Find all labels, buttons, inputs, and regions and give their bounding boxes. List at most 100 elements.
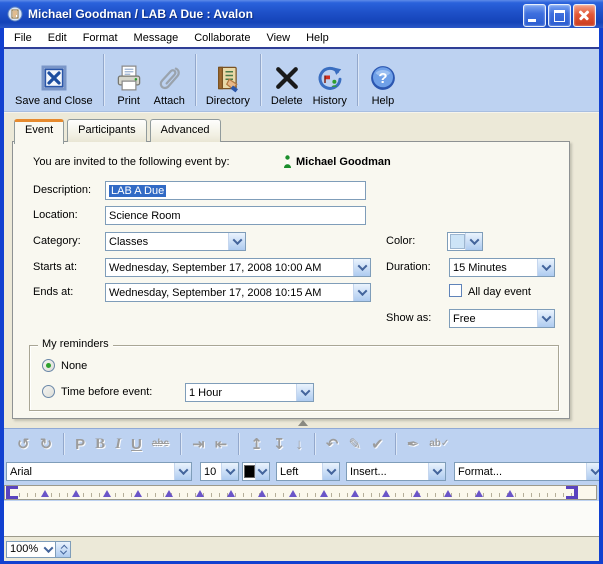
chevron-down-icon[interactable] bbox=[465, 233, 482, 250]
starts-at-select[interactable]: Wednesday, September 17, 2008 10:00 AM bbox=[105, 258, 371, 277]
ruler-tab-stop[interactable] bbox=[475, 490, 483, 497]
move-down-icon[interactable]: ↓ bbox=[295, 437, 303, 452]
redo-icon[interactable]: ↻ bbox=[40, 437, 53, 452]
outdent-icon[interactable]: ⇤ bbox=[215, 437, 228, 452]
duration-select[interactable]: 15 Minutes bbox=[449, 258, 555, 277]
chevron-down-icon[interactable] bbox=[322, 463, 339, 480]
description-value: LAB A Due bbox=[109, 185, 166, 197]
menu-help[interactable]: Help bbox=[298, 30, 337, 46]
outline-promote-icon[interactable]: ↥ bbox=[250, 437, 263, 452]
minimize-button[interactable] bbox=[523, 4, 546, 27]
printer-icon bbox=[114, 63, 144, 93]
format-select[interactable]: Format... bbox=[454, 462, 599, 481]
menu-message[interactable]: Message bbox=[126, 30, 187, 46]
accept-check-icon[interactable]: ✔ bbox=[371, 437, 384, 452]
format-toolbar: ↺ ↻ P B I U abc ⇥ ⇤ ↥ ↧ ↓ ↶ ✎ ✔ ✒ ab✓ bbox=[4, 428, 599, 459]
right-margin-marker[interactable] bbox=[566, 486, 578, 499]
tab-participants[interactable]: Participants bbox=[67, 119, 146, 142]
chevron-down-icon[interactable] bbox=[537, 310, 554, 327]
tab-event[interactable]: Event bbox=[14, 119, 64, 144]
attach-button[interactable]: Attach bbox=[149, 53, 190, 107]
chevron-down-icon[interactable] bbox=[296, 384, 313, 401]
ruler-tab-stop[interactable] bbox=[196, 490, 204, 497]
reminder-time-radio[interactable] bbox=[42, 385, 55, 398]
menu-format[interactable]: Format bbox=[75, 30, 126, 46]
underline-icon[interactable]: U bbox=[131, 437, 142, 452]
history-button[interactable]: History bbox=[308, 53, 352, 107]
undo-icon[interactable]: ↺ bbox=[17, 437, 30, 452]
edit-pencil-icon[interactable]: ✎ bbox=[349, 437, 362, 452]
ruler-tab-stop[interactable] bbox=[506, 490, 514, 497]
chevron-down-icon[interactable] bbox=[228, 233, 245, 250]
chevron-down-icon[interactable] bbox=[586, 463, 599, 480]
signature-icon[interactable]: ✒ bbox=[407, 437, 420, 452]
toolbar-separator bbox=[238, 433, 239, 455]
chevron-down-icon[interactable] bbox=[537, 259, 554, 276]
ruler-tab-stop[interactable] bbox=[289, 490, 297, 497]
ruler-tab-stop[interactable] bbox=[258, 490, 266, 497]
font-size-select[interactable]: 10 bbox=[200, 462, 239, 481]
chevron-down-icon[interactable] bbox=[174, 463, 191, 480]
font-color-select[interactable] bbox=[242, 462, 270, 481]
strikethrough-icon[interactable]: abc bbox=[152, 439, 169, 449]
color-select[interactable] bbox=[447, 232, 483, 251]
insert-select[interactable]: Insert... bbox=[346, 462, 446, 481]
directory-button[interactable]: Directory bbox=[201, 53, 255, 107]
ends-at-select[interactable]: Wednesday, September 17, 2008 10:15 AM bbox=[105, 283, 371, 302]
chevron-down-icon[interactable] bbox=[255, 463, 269, 480]
description-input[interactable]: LAB A Due bbox=[105, 181, 366, 200]
ruler-tab-stop[interactable] bbox=[413, 490, 421, 497]
delete-button[interactable]: Delete bbox=[266, 53, 308, 107]
document-body[interactable] bbox=[4, 501, 599, 536]
align-select[interactable]: Left bbox=[276, 462, 340, 481]
chevron-down-icon[interactable] bbox=[221, 463, 238, 480]
color-swatch bbox=[450, 234, 465, 249]
zoom-spinner[interactable] bbox=[55, 542, 70, 557]
font-family-select[interactable]: Arial bbox=[6, 462, 192, 481]
print-button[interactable]: Print bbox=[109, 53, 149, 107]
ruler-tab-stop[interactable] bbox=[134, 490, 142, 497]
help-button[interactable]: ? Help bbox=[363, 53, 403, 107]
reminder-time-select[interactable]: 1 Hour bbox=[185, 383, 314, 402]
italic-icon[interactable]: I bbox=[115, 437, 121, 452]
outline-demote-icon[interactable]: ↧ bbox=[273, 437, 286, 452]
menu-view[interactable]: View bbox=[258, 30, 298, 46]
ruler-tab-stop[interactable] bbox=[72, 490, 80, 497]
tab-advanced[interactable]: Advanced bbox=[150, 119, 221, 142]
reminder-none-radio[interactable] bbox=[42, 359, 55, 372]
ruler-tab-stop[interactable] bbox=[41, 490, 49, 497]
all-day-checkbox[interactable] bbox=[449, 284, 462, 297]
ruler-tab-stop[interactable] bbox=[382, 490, 390, 497]
ruler-tab-stop[interactable] bbox=[103, 490, 111, 497]
category-select[interactable]: Classes bbox=[105, 232, 246, 251]
save-and-close-button[interactable]: Save and Close bbox=[10, 53, 98, 107]
chevron-down-icon[interactable] bbox=[353, 259, 370, 276]
bold-icon[interactable]: B bbox=[95, 437, 105, 452]
ruler-tab-stop[interactable] bbox=[444, 490, 452, 497]
zoom-control[interactable]: 100% bbox=[6, 541, 71, 558]
ruler-tab-stop[interactable] bbox=[351, 490, 359, 497]
delete-x-icon bbox=[272, 63, 302, 93]
chevron-down-icon[interactable] bbox=[41, 542, 55, 557]
ruler-tab-stop[interactable] bbox=[320, 490, 328, 497]
ruler[interactable] bbox=[4, 485, 597, 500]
left-margin-marker[interactable] bbox=[6, 486, 18, 499]
location-input[interactable]: Science Room bbox=[105, 206, 366, 225]
maximize-button[interactable] bbox=[548, 4, 571, 27]
indent-icon[interactable]: ⇥ bbox=[192, 437, 205, 452]
chevron-down-icon[interactable] bbox=[353, 284, 370, 301]
title-bar[interactable]: Michael Goodman / LAB A Due : Avalon bbox=[0, 0, 603, 28]
menu-file[interactable]: File bbox=[6, 30, 40, 46]
ruler-tab-stop[interactable] bbox=[227, 490, 235, 497]
svg-text:?: ? bbox=[378, 70, 387, 87]
close-button[interactable] bbox=[573, 4, 596, 27]
plain-text-icon[interactable]: P bbox=[75, 437, 85, 452]
menu-edit[interactable]: Edit bbox=[40, 30, 75, 46]
revert-icon[interactable]: ↶ bbox=[326, 437, 339, 452]
show-as-select[interactable]: Free bbox=[449, 309, 555, 328]
spell-check-icon[interactable]: ab✓ bbox=[429, 439, 449, 449]
menu-collaborate[interactable]: Collaborate bbox=[186, 30, 258, 46]
chevron-down-icon[interactable] bbox=[428, 463, 445, 480]
toolbar-separator bbox=[357, 54, 358, 106]
ruler-tab-stop[interactable] bbox=[165, 490, 173, 497]
